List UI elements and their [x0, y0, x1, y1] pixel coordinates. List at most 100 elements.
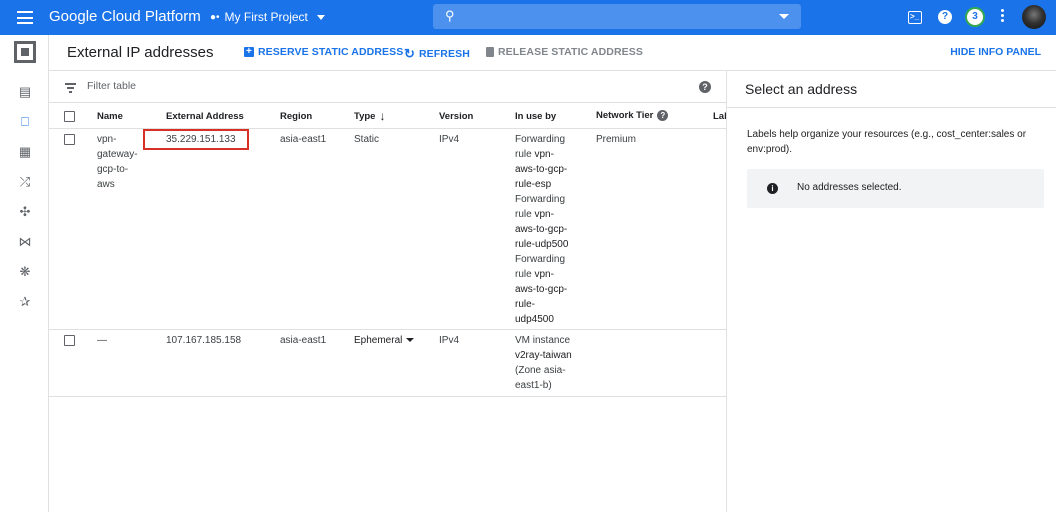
- in-use-by-line: (Zone asia-: [515, 365, 566, 376]
- in-use-by-line: Forwarding: [515, 134, 566, 145]
- region-cell: asia-east1: [280, 134, 327, 145]
- search-bar[interactable]: ⚲: [433, 4, 801, 29]
- type-dropdown[interactable]: Ephemeral: [354, 333, 415, 348]
- hide-info-panel-button[interactable]: HIDE INFO PANEL: [950, 46, 1041, 58]
- refresh-icon: ↻: [404, 46, 415, 61]
- info-panel-description: Labels help organize your resources (e.g…: [747, 129, 1027, 155]
- in-use-by-line: rule vpn-: [515, 209, 554, 220]
- project-name: My First Project: [224, 10, 308, 24]
- select-all-checkbox[interactable]: [64, 111, 75, 122]
- highlight-annotation: [143, 129, 249, 150]
- in-use-by-line: VM instance: [515, 335, 571, 346]
- version-cell: IPv4: [439, 335, 460, 346]
- avatar[interactable]: [1022, 5, 1046, 29]
- page-header: External IP addresses + RESERVE STATIC A…: [49, 35, 1056, 71]
- info-panel: Select an address Labels help organize y…: [726, 71, 1056, 512]
- project-selector[interactable]: ●• My First Project: [210, 10, 325, 24]
- arrow-down-icon: ↓: [379, 109, 386, 123]
- row-checkbox[interactable]: [64, 134, 75, 145]
- row-checkbox[interactable]: [64, 335, 75, 346]
- add-box-icon: +: [244, 47, 254, 57]
- reserve-label: RESERVE STATIC ADDRESS: [258, 46, 404, 58]
- vpn-icon[interactable]: ❋: [17, 265, 33, 279]
- divider: [727, 107, 1056, 108]
- in-use-by-line: rule-: [515, 299, 536, 310]
- empty-state-text: No addresses selected.: [797, 182, 902, 193]
- table-row[interactable]: — 107.167.185.158 asia-east1 Ephemeral I…: [49, 330, 726, 397]
- col-version[interactable]: Version: [439, 111, 473, 122]
- table-header: Name External Address Region Type ↓ Vers…: [49, 103, 726, 129]
- in-use-by-line: rule vpn-: [515, 149, 554, 160]
- external-address-cell: 107.167.185.158: [166, 335, 242, 346]
- name-line: gcp-to-: [97, 164, 129, 175]
- filter-bar: Filter table ?: [49, 71, 726, 103]
- release-label: RELEASE STATIC ADDRESS: [498, 46, 643, 58]
- page-title: External IP addresses: [67, 44, 214, 61]
- name-line: aws: [97, 179, 115, 190]
- waveform-icon[interactable]: ✰: [17, 295, 33, 309]
- refresh-button[interactable]: ↻ REFRESH: [404, 46, 470, 62]
- dashboard-icon[interactable]: ▦: [17, 145, 33, 159]
- in-use-by-line: Forwarding: [515, 254, 566, 265]
- in-use-by-line: aws-to-gcp-: [515, 224, 568, 235]
- routes-icon[interactable]: ⤮: [17, 175, 33, 189]
- addresses-table: Name External Address Region Type ↓ Vers…: [49, 103, 726, 512]
- info-panel-title: Select an address: [745, 81, 858, 97]
- more-vert-icon[interactable]: [1001, 9, 1005, 24]
- brand-title[interactable]: Google Cloud Platform: [49, 8, 201, 25]
- chevron-down-icon: [316, 14, 325, 20]
- vpc-network-logo-icon: [14, 41, 36, 63]
- in-use-by-line: aws-to-gcp-: [515, 284, 568, 295]
- col-network-tier[interactable]: Network Tier ?: [596, 110, 669, 121]
- filter-input[interactable]: Filter table: [87, 80, 136, 92]
- col-external-address[interactable]: External Address: [166, 111, 244, 122]
- type-dropdown-label: Ephemeral: [354, 335, 403, 346]
- network-services-icon[interactable]: ✣: [17, 205, 33, 219]
- in-use-by-line: east1-b): [515, 380, 552, 391]
- cloud-shell-icon[interactable]: >_: [908, 11, 922, 24]
- in-use-by-line: aws-to-gcp-: [515, 164, 568, 175]
- table-row[interactable]: vpn- gateway- gcp-to- aws 35.229.151.133…: [49, 129, 726, 330]
- name-cell: —: [97, 335, 107, 346]
- col-name[interactable]: Name: [97, 111, 123, 122]
- refresh-label: REFRESH: [419, 48, 470, 60]
- in-use-by-line: v2ray-taiwan: [515, 350, 572, 361]
- project-icon: ●•: [210, 11, 220, 23]
- in-use-by-line: udp4500: [515, 314, 554, 325]
- network-tier-cell: Premium: [596, 134, 637, 145]
- help-icon[interactable]: ?: [938, 10, 952, 24]
- filter-list-icon: [65, 83, 76, 95]
- in-use-by-line: rule-udp500: [515, 239, 569, 250]
- external-ip-icon[interactable]: ⎕: [17, 115, 33, 129]
- menu-icon[interactable]: [17, 11, 33, 24]
- release-static-address-button[interactable]: RELEASE STATIC ADDRESS: [486, 46, 643, 58]
- empty-state-box: i No addresses selected.: [747, 169, 1044, 208]
- trash-icon: [486, 47, 494, 57]
- col-in-use-by[interactable]: In use by: [515, 111, 556, 122]
- info-icon: i: [767, 183, 778, 194]
- top-bar: Google Cloud Platform ●• My First Projec…: [0, 0, 1056, 35]
- in-use-by-cell: VM instance v2ray-taiwan (Zone asia-east1-…: [515, 333, 595, 393]
- col-network-tier-label: Network Tier: [596, 110, 654, 121]
- search-icon: ⚲: [445, 8, 455, 23]
- left-nav: ▤ ⎕ ▦ ⤮ ✣ ⋈ ❋ ✰: [0, 35, 49, 512]
- reserve-static-address-button[interactable]: + RESERVE STATIC ADDRESS: [244, 46, 403, 58]
- interconnect-icon[interactable]: ⋈: [17, 235, 33, 249]
- col-labels[interactable]: Lab: [713, 111, 726, 122]
- help-icon[interactable]: ?: [657, 110, 669, 121]
- in-use-by-cell: Forwarding rule vpn-aws-to-gcp-rule-esp Fo…: [515, 132, 593, 327]
- help-icon[interactable]: ?: [699, 81, 711, 93]
- search-dropdown-icon[interactable]: [779, 14, 789, 19]
- col-type[interactable]: Type ↓: [354, 109, 385, 123]
- type-cell: Static: [354, 134, 380, 145]
- in-use-by-line: Forwarding: [515, 194, 566, 205]
- col-region[interactable]: Region: [280, 111, 312, 122]
- storage-icon[interactable]: ▤: [17, 85, 33, 99]
- in-use-by-line: rule vpn-: [515, 269, 554, 280]
- version-cell: IPv4: [439, 134, 460, 145]
- notifications-badge[interactable]: 3: [965, 7, 985, 27]
- arrow-drop-down-icon: [406, 338, 415, 343]
- col-type-label: Type: [354, 110, 376, 122]
- region-cell: asia-east1: [280, 335, 327, 346]
- in-use-by-line: rule-esp: [515, 179, 552, 190]
